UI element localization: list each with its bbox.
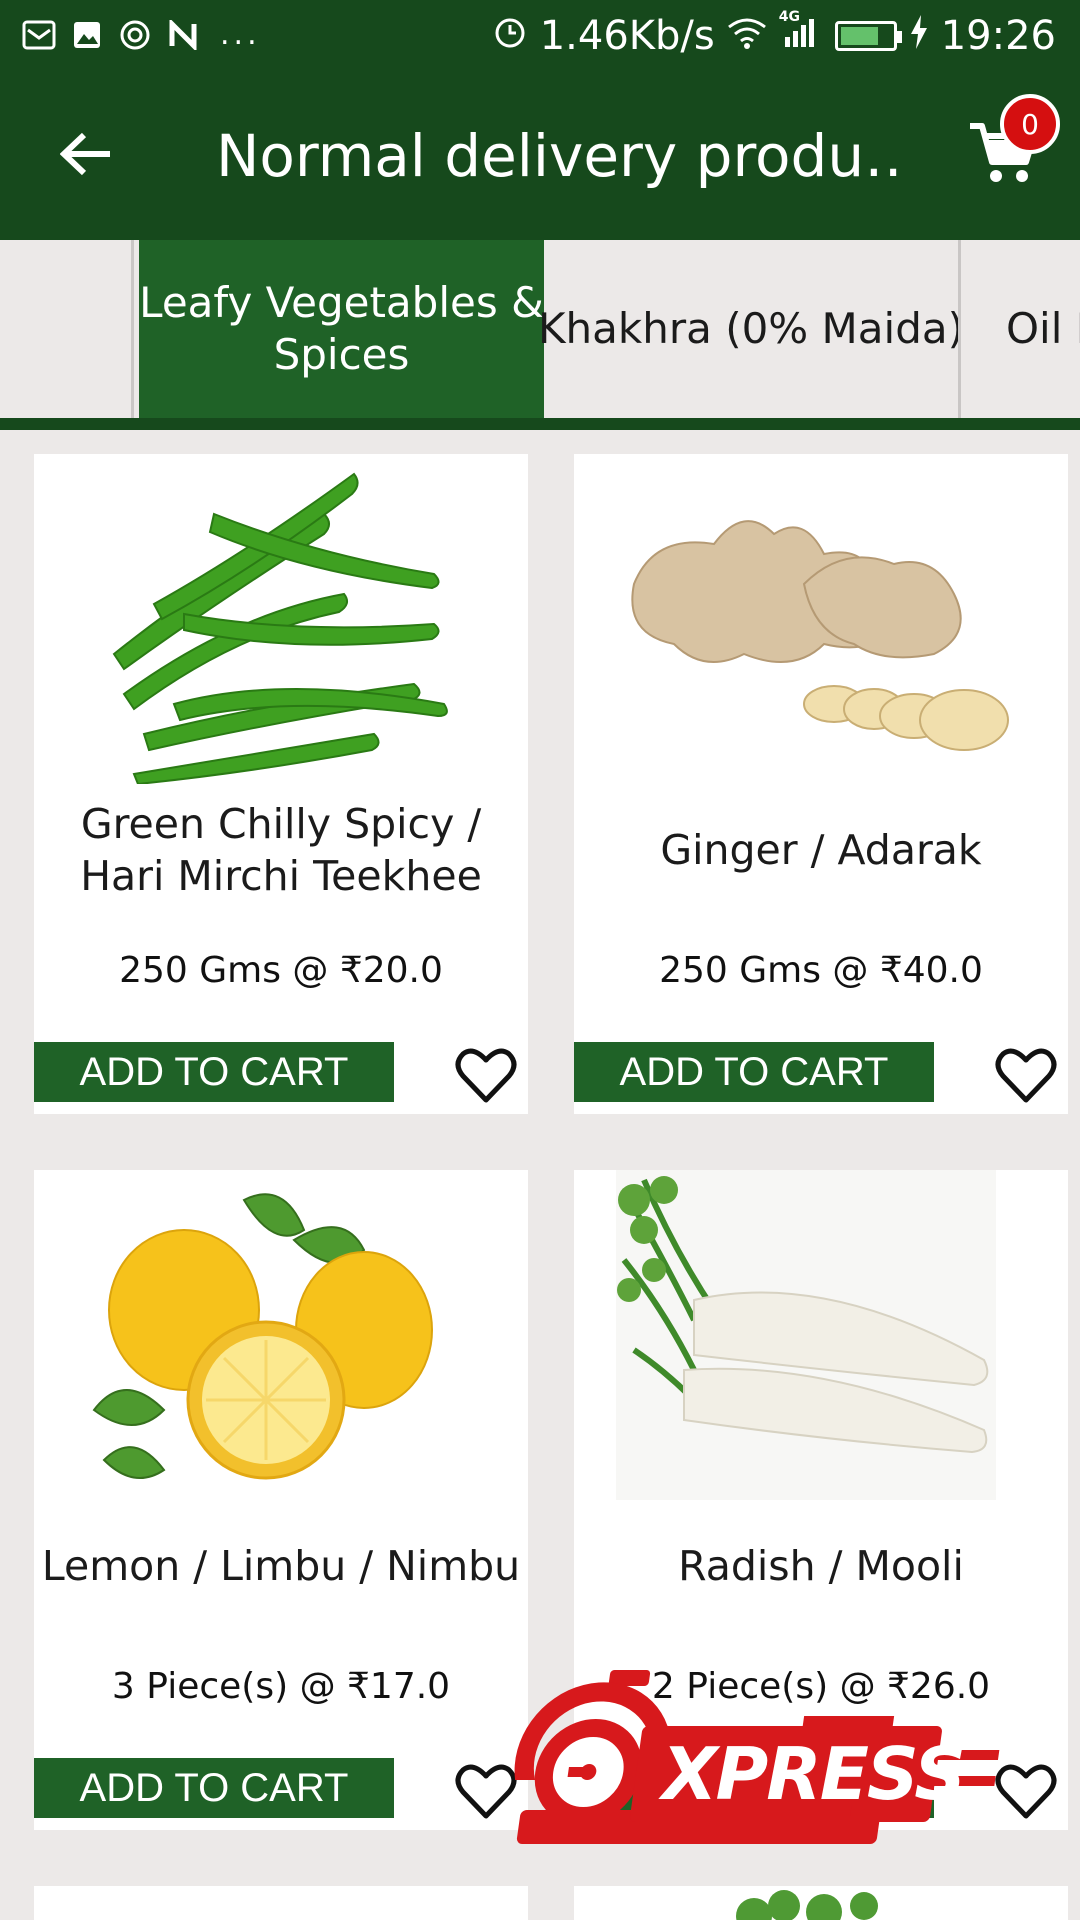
app-bar: Normal delivery produ… 0	[0, 72, 1080, 240]
more-notifications-icon: ...	[220, 17, 261, 52]
tab-divider	[958, 240, 961, 418]
back-button[interactable]	[44, 112, 128, 196]
radish-image	[616, 1170, 996, 1500]
add-to-cart-button[interactable]: ADD TO CART	[34, 1042, 394, 1102]
product-price: 250 Gms @ ₹20.0	[119, 950, 443, 991]
heart-icon	[995, 1048, 1057, 1103]
clock: 19:26	[940, 13, 1056, 59]
heart-icon	[455, 1048, 517, 1103]
green-chilli-image	[112, 472, 448, 784]
battery-icon	[834, 21, 902, 51]
tab-previous[interactable]	[0, 240, 130, 418]
cart-count-badge: 0	[1000, 94, 1060, 154]
product-name: Ginger / Adarak	[660, 826, 982, 874]
category-tabs: Leafy Vegetables & Spices Khakhra (0% Ma…	[0, 240, 1080, 418]
product-price: 3 Piece(s) @ ₹17.0	[111, 1666, 451, 1707]
product-card[interactable]	[34, 1886, 528, 1920]
add-to-cart-button[interactable]: ADD TO CART	[34, 1758, 394, 1818]
ginger-image	[631, 520, 1009, 751]
product-name: Green Chilly Spicy / Hari Mirchi Teekhee	[80, 800, 482, 900]
product-card[interactable]: Lemon / Limbu / Nimbu 3 Piece(s) @ ₹17.0…	[34, 1170, 528, 1830]
battery-level	[840, 27, 879, 45]
product-price: 250 Gms @ ₹40.0	[659, 950, 983, 991]
tab-leafy-vegetables-spices[interactable]: Leafy Vegetables & Spices	[139, 240, 544, 418]
network-speed: 1.46Kb/s	[539, 13, 715, 59]
tab-indicator-bar	[0, 418, 1080, 430]
n-app-icon	[166, 18, 200, 52]
heart-icon	[455, 1764, 517, 1819]
notification-icons: ...	[22, 18, 261, 52]
product-card[interactable]: Green Chilly Spicy / Hari Mirchi Teekhee…	[34, 454, 528, 1114]
favorite-button[interactable]	[454, 1046, 518, 1106]
product-card[interactable]	[574, 1886, 1068, 1920]
page-title: Normal delivery produ…	[216, 122, 906, 190]
status-bar: ... 1.46Kb/s 4G 19:26	[0, 0, 1080, 72]
sync-icon	[118, 18, 152, 52]
system-indicators: 1.46Kb/s 4G 19:26	[492, 9, 1056, 59]
image-icon	[70, 18, 104, 52]
express-delivery-badge[interactable]: XPRESS	[512, 1660, 1032, 1860]
alarm-icon	[492, 13, 528, 59]
favorite-button[interactable]	[454, 1762, 518, 1822]
product-card[interactable]: Ginger / Adarak 250 Gms @ ₹40.0 ADD TO C…	[574, 454, 1068, 1114]
add-to-cart-button[interactable]: ADD TO CART	[574, 1042, 934, 1102]
product-image-partial	[736, 1890, 878, 1920]
express-text: XPRESS	[662, 1732, 966, 1816]
favorite-button[interactable]	[994, 1046, 1058, 1106]
mail-icon	[22, 18, 56, 52]
product-name: Lemon / Limbu / Nimbu	[41, 1542, 521, 1590]
wifi-icon	[727, 13, 767, 59]
product-name: Radish / Mooli	[678, 1542, 964, 1590]
tab-divider	[131, 240, 134, 418]
arrow-left-icon	[60, 132, 110, 176]
charging-icon	[909, 13, 929, 59]
tab-khakhra[interactable]: Khakhra (0% Maida)	[538, 240, 964, 418]
tab-oil[interactable]: Oil F	[964, 240, 1080, 418]
network-type-label: 4G	[778, 9, 800, 25]
lemon-image	[92, 1193, 433, 1480]
signal-icon: 4G	[779, 9, 823, 59]
